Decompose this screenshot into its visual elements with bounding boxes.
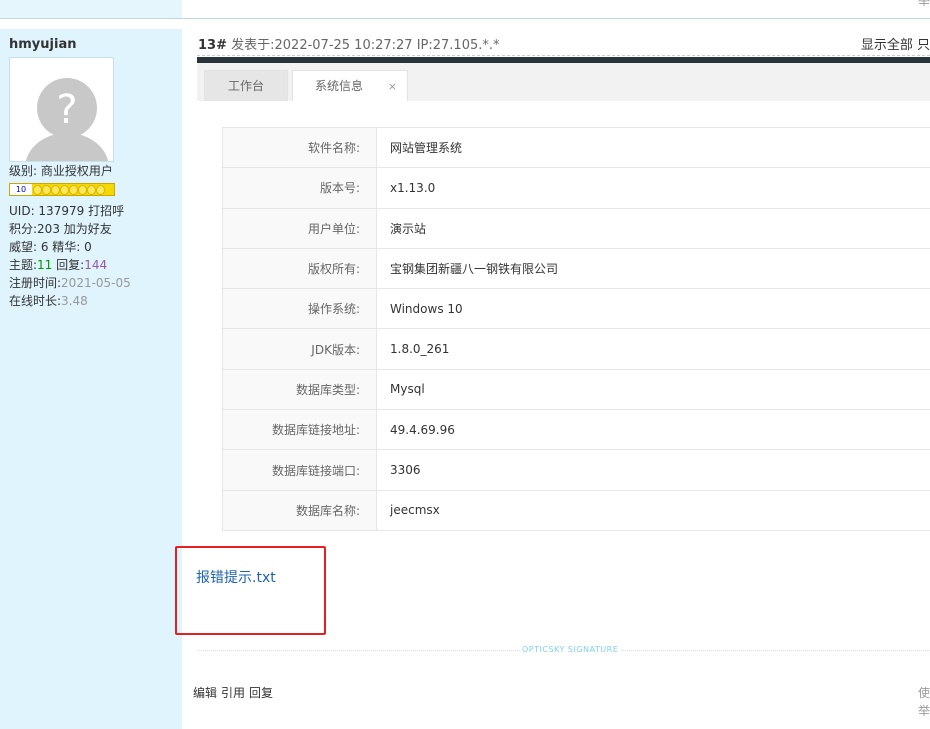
row-label: 数据库链接地址:	[222, 409, 377, 451]
edit-button[interactable]: 编辑	[193, 686, 217, 700]
system-info-table: 软件名称: 网站管理系统 版本号: x1.13.0 用户单位: 演示站 版权所有: 宝钢集团新…	[222, 126, 930, 531]
replies-label: 回复:	[56, 258, 85, 272]
row-value: 49.4.69.96	[376, 409, 930, 451]
row-value: 宝钢集团新疆八一钢铁有限公司	[376, 247, 930, 290]
replies-count[interactable]: 144	[84, 258, 107, 272]
reg-label: 注册时间:	[9, 276, 62, 290]
post-content: 13# 发表于:2022-07-25 10:27:27 IP:27.105.*.…	[175, 29, 930, 729]
level-badge: 10	[10, 184, 32, 195]
row-value: 3306	[376, 449, 930, 491]
tab-bar: 工作台 系统信息 ×	[197, 63, 930, 101]
show-all-link[interactable]: 显示全部 只	[861, 34, 930, 53]
top-bar: 举	[0, 0, 930, 19]
close-icon[interactable]: ×	[388, 71, 397, 102]
row-value: jeecmsx	[376, 489, 930, 531]
table-row: 数据库名称: jeecmsx	[222, 489, 930, 531]
table-row: 用户单位: 演示站	[222, 207, 930, 249]
row-label: 数据库名称:	[222, 489, 377, 531]
row-value: 网站管理系统	[376, 126, 930, 169]
use-link[interactable]: 使	[918, 684, 930, 701]
greet-link[interactable]: 打招呼	[88, 204, 124, 218]
tab-label: 系统信息	[315, 79, 364, 93]
reg-date: 2021-05-05	[61, 276, 131, 290]
table-row: 软件名称: 网站管理系统	[222, 126, 930, 169]
table-row: 版本号: x1.13.0	[222, 167, 930, 209]
user-sidebar: hmyujian ? 级别: 商业授权用户 10 UID: 137979 打招呼…	[0, 29, 182, 729]
row-label: 数据库类型:	[222, 368, 377, 411]
svg-text:?: ?	[56, 87, 77, 133]
topics-label: 主题:	[9, 258, 38, 272]
row-label: 版权所有:	[222, 247, 377, 290]
table-row: 版权所有: 宝钢集团新疆八一钢铁有限公司	[222, 247, 930, 290]
level-stars: 10	[9, 183, 115, 196]
user-level: 级别: 商业授权用户	[9, 164, 113, 178]
row-label: 用户单位:	[222, 207, 377, 249]
row-value: 演示站	[376, 207, 930, 249]
table-row: JDK版本: 1.8.0_261	[222, 328, 930, 370]
highlight-box	[175, 546, 326, 635]
signature-text: OPTICSKY SIGNATURE	[520, 645, 621, 654]
row-label: 数据库链接端口:	[222, 449, 377, 491]
report-button[interactable]: 举	[918, 702, 930, 719]
row-value: 1.8.0_261	[376, 328, 930, 370]
floor-number[interactable]: 13#	[198, 38, 227, 53]
row-value: Mysql	[376, 368, 930, 411]
default-avatar-icon: ?	[25, 78, 109, 161]
table-row: 操作系统: Windows 10	[222, 288, 930, 330]
attachment-link[interactable]: 报错提示.txt	[196, 567, 276, 587]
row-label: 版本号:	[222, 167, 377, 209]
points: 积分:203	[9, 222, 60, 236]
tab-system-info[interactable]: 系统信息 ×	[292, 70, 408, 101]
uid: UID: 137979	[9, 204, 85, 218]
topics-count[interactable]: 11	[37, 258, 52, 272]
table-row: 数据库链接地址: 49.4.69.96	[222, 409, 930, 451]
report-link[interactable]: 举	[918, 0, 930, 9]
online-label: 在线时长:	[9, 294, 62, 308]
reply-button[interactable]: 回复	[249, 686, 273, 700]
post-meta: 发表于:2022-07-25 10:27:27 IP:27.105.*.*	[231, 38, 500, 53]
row-label: 软件名称:	[222, 126, 377, 169]
online-time: 3.48	[61, 294, 88, 308]
username[interactable]: hmyujian	[9, 37, 173, 52]
tab-workbench[interactable]: 工作台	[204, 70, 288, 101]
quote-button[interactable]: 引用	[221, 686, 245, 700]
row-label: 操作系统:	[222, 288, 377, 330]
table-row: 数据库链接端口: 3306	[222, 449, 930, 491]
row-label: JDK版本:	[222, 328, 377, 370]
row-value: Windows 10	[376, 288, 930, 330]
table-row: 数据库类型: Mysql	[222, 368, 930, 411]
row-value: x1.13.0	[376, 167, 930, 209]
prestige: 威望: 6 精华: 0	[9, 240, 92, 254]
add-friend-link[interactable]: 加为好友	[64, 222, 112, 236]
avatar[interactable]: ?	[9, 57, 114, 162]
